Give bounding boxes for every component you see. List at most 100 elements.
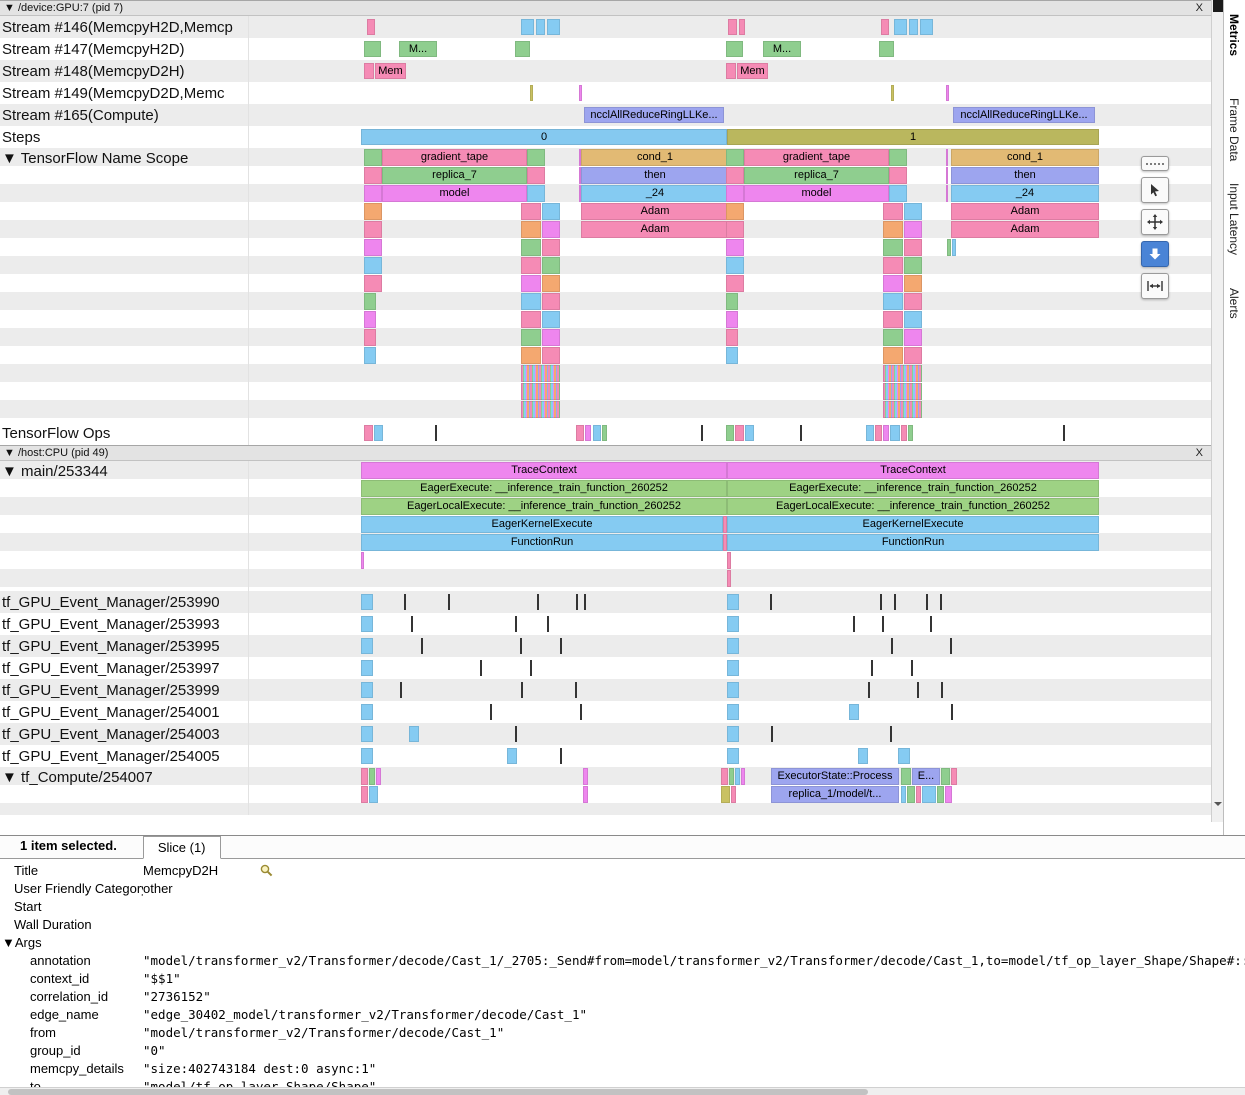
slice-eagerexecute-inference-train-function-260252[interactable]: EagerExecute: __inference_train_function… — [361, 480, 727, 497]
trace-slice[interactable] — [374, 425, 383, 441]
trace-slice[interactable] — [770, 594, 772, 610]
zoom-tool-button[interactable] — [1141, 241, 1169, 267]
slice-ncclallreduceringllke[interactable]: ncclAllReduceRingLLKe... — [953, 107, 1095, 123]
trace-slice[interactable] — [945, 786, 952, 803]
trace-slice[interactable] — [727, 660, 739, 676]
trace-slice[interactable] — [727, 616, 739, 632]
minimap-ruler-icon[interactable] — [1141, 156, 1169, 171]
slice-executorstate-process[interactable]: ExecutorState::Process — [771, 768, 899, 785]
trace-slice[interactable] — [946, 167, 948, 184]
trace-slice[interactable] — [361, 768, 368, 785]
slice-mem[interactable]: Mem — [375, 63, 406, 79]
trace-slice[interactable] — [521, 221, 541, 238]
trace-slice[interactable] — [547, 616, 549, 632]
trace-slice[interactable] — [911, 660, 913, 676]
trace-slice[interactable] — [527, 149, 545, 166]
track-canvas-main-253344[interactable]: TraceContextTraceContextEagerExecute: __… — [248, 461, 1211, 591]
trace-slice[interactable] — [891, 638, 893, 654]
trace-slice[interactable] — [901, 768, 911, 785]
trace-slice[interactable] — [361, 682, 373, 698]
trace-slice[interactable] — [364, 41, 381, 57]
trace-slice[interactable] — [364, 221, 382, 238]
trace-slice[interactable] — [883, 425, 889, 441]
trace-slice[interactable] — [727, 682, 739, 698]
trace-slice[interactable] — [536, 19, 545, 35]
slice-tracecontext[interactable]: TraceContext — [727, 462, 1099, 479]
trace-slice[interactable] — [507, 748, 517, 764]
trace-slice[interactable] — [917, 682, 919, 698]
trace-slice[interactable] — [579, 85, 582, 101]
cpu-pane-title[interactable]: ▼ /host:CPU (pid 49) — [4, 447, 108, 459]
trace-slice[interactable] — [727, 552, 731, 569]
trace-slice[interactable] — [721, 786, 730, 803]
trace-slice[interactable] — [890, 425, 900, 441]
track-canvas-gem-253997[interactable] — [248, 657, 1211, 679]
slice-then[interactable]: then — [951, 167, 1099, 184]
trace-slice[interactable] — [364, 311, 376, 328]
tab-slice[interactable]: Slice (1) — [143, 836, 221, 859]
trace-slice[interactable] — [521, 401, 560, 418]
trace-slice[interactable] — [542, 275, 560, 292]
trace-slice[interactable] — [726, 275, 744, 292]
trace-slice[interactable] — [580, 704, 582, 720]
trace-slice[interactable] — [881, 19, 889, 35]
slice-then[interactable]: then — [581, 167, 729, 184]
trace-slice[interactable] — [361, 726, 373, 742]
trace-slice[interactable] — [527, 167, 545, 184]
trace-slice[interactable] — [727, 704, 739, 720]
trace-slice[interactable] — [547, 19, 560, 35]
trace-slice[interactable] — [575, 682, 577, 698]
trace-slice[interactable] — [894, 19, 907, 35]
trace-slice[interactable] — [904, 221, 922, 238]
trace-slice[interactable] — [940, 594, 942, 610]
trace-slice[interactable] — [883, 401, 922, 418]
trace-slice[interactable] — [946, 149, 948, 166]
trace-slice[interactable] — [364, 347, 376, 364]
trace-slice[interactable] — [726, 239, 744, 256]
track-canvas-gem-253990[interactable] — [248, 591, 1211, 613]
slice-replica-7[interactable]: replica_7 — [382, 167, 527, 184]
trace-slice[interactable] — [364, 275, 382, 292]
trace-slice[interactable] — [883, 365, 922, 382]
trace-slice[interactable] — [361, 748, 373, 764]
slice-functionrun[interactable]: FunctionRun — [361, 534, 723, 551]
trace-slice[interactable] — [930, 616, 932, 632]
trace-slice[interactable] — [361, 660, 373, 676]
trace-slice[interactable] — [726, 203, 744, 220]
trace-slice[interactable] — [941, 768, 950, 785]
slice-functionrun[interactable]: FunctionRun — [727, 534, 1099, 551]
trace-slice[interactable] — [800, 425, 802, 441]
track-label-gem-254003[interactable]: tf_GPU_Event_Manager/254003 — [0, 723, 248, 745]
track-label-steps[interactable]: Steps — [0, 126, 248, 148]
trace-slice[interactable] — [866, 425, 874, 441]
slice-model[interactable]: model — [382, 185, 527, 202]
trace-slice[interactable] — [735, 425, 744, 441]
track-canvas-stream-146[interactable] — [248, 16, 1211, 38]
trace-slice[interactable] — [727, 570, 731, 587]
trace-slice[interactable] — [530, 85, 533, 101]
trace-slice[interactable] — [542, 257, 560, 274]
trace-slice[interactable] — [883, 257, 903, 274]
track-label-gem-253997[interactable]: tf_GPU_Event_Manager/253997 — [0, 657, 248, 679]
trace-slice[interactable] — [576, 425, 584, 441]
trace-slice[interactable] — [726, 63, 736, 79]
track-canvas-gem-253993[interactable] — [248, 613, 1211, 635]
trace-slice[interactable] — [882, 616, 884, 632]
trace-slice[interactable] — [889, 149, 907, 166]
trace-slice[interactable] — [883, 275, 903, 292]
track-label-main-253344[interactable]: ▼ main/253344 — [0, 461, 248, 591]
track-label-tf-compute-254007[interactable]: ▼ tf_Compute/254007 — [0, 767, 248, 815]
trace-slice[interactable] — [542, 203, 560, 220]
trace-slice[interactable] — [726, 221, 744, 238]
trace-slice[interactable] — [901, 786, 906, 803]
trace-slice[interactable] — [883, 221, 903, 238]
trace-slice[interactable] — [849, 704, 859, 720]
slice-m[interactable]: M... — [763, 41, 801, 57]
side-tab-input-latency[interactable]: Input Latency — [1227, 183, 1241, 255]
track-label-gem-253999[interactable]: tf_GPU_Event_Manager/253999 — [0, 679, 248, 701]
trace-slice[interactable] — [521, 347, 541, 364]
track-label-name-scope[interactable]: ▼ TensorFlow Name Scope — [0, 148, 248, 421]
slice-eagerlocalexecute-inference-train-function-260252[interactable]: EagerLocalExecute: __inference_train_fun… — [361, 498, 727, 515]
trace-slice[interactable] — [926, 594, 928, 610]
trace-slice[interactable] — [901, 425, 907, 441]
